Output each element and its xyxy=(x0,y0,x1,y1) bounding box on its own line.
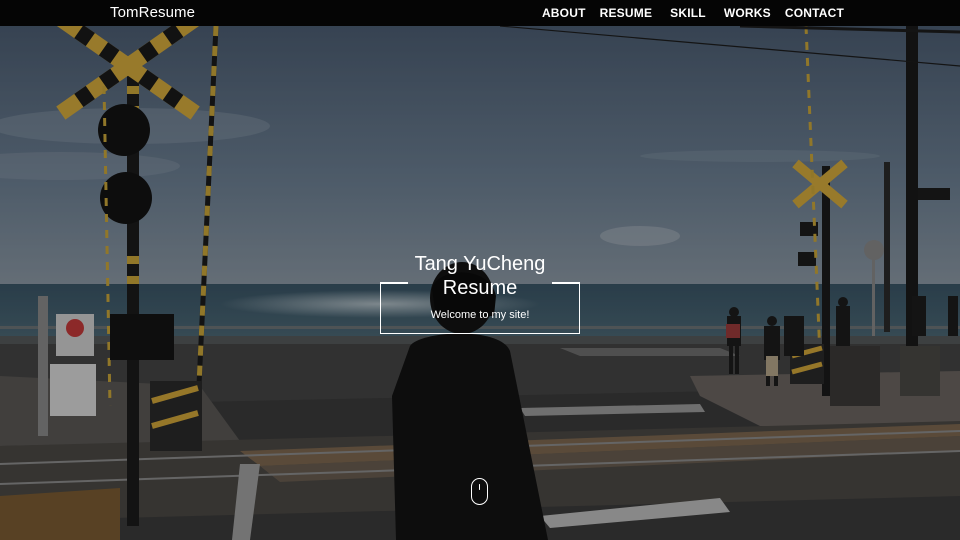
nav-link-about[interactable]: ABOUT xyxy=(542,6,586,20)
navbar: TomResume ABOUT RESUME SKILL WORKS CONTA… xyxy=(0,0,960,26)
hero-title: Resume xyxy=(442,277,518,299)
hero-name: Tang YuCheng xyxy=(414,253,546,275)
brand-logo[interactable]: TomResume xyxy=(110,4,195,21)
mouse-wheel xyxy=(478,484,480,490)
hero-subtitle: Welcome to my site! xyxy=(430,309,530,321)
nav-links: ABOUT RESUME SKILL WORKS CONTACT xyxy=(528,6,844,20)
nav-link-resume[interactable]: RESUME xyxy=(600,6,653,20)
nav-link-works[interactable]: WORKS xyxy=(724,6,771,20)
nav-link-contact[interactable]: CONTACT xyxy=(785,6,844,20)
hero-title-block: Tang YuCheng Resume Welcome to my site! xyxy=(380,252,580,334)
nav-link-skill[interactable]: SKILL xyxy=(670,6,706,20)
mouse-scroll-icon[interactable] xyxy=(471,478,488,505)
